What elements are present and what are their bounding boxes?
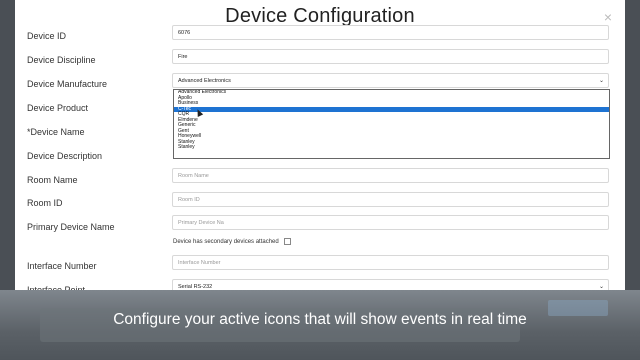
device-discipline-select[interactable]: Fire [172,49,609,64]
label-room-id: Room ID [27,198,63,208]
label-room-name: Room Name [27,175,78,185]
secondary-devices-label: Device has secondary devices attached [173,239,279,246]
chevron-down-icon: ⌄ [598,78,604,84]
label-primary-device-name: Primary Device Name [27,222,115,232]
label-device-name: *Device Name [27,127,85,137]
close-icon[interactable]: × [604,9,612,25]
manufacture-value: Advanced Electronics [178,78,231,84]
label-interface-number: Interface Number [27,261,97,271]
label-device-discipline: Device Discipline [27,55,96,65]
device-manufacture-select[interactable]: Advanced Electronics ⌄ [172,73,609,88]
room-id-input[interactable]: Room ID [172,192,609,207]
dropdown-option[interactable]: Stanley [174,144,609,151]
secondary-devices-row: Device has secondary devices attached [173,238,292,246]
secondary-devices-checkbox[interactable] [284,238,292,245]
interface-number-input[interactable]: Interface Number [172,255,609,270]
label-device-manufacture: Device Manufacture [27,79,108,89]
room-name-input[interactable]: Room Name [172,168,609,183]
label-device-product: Device Product [27,103,89,113]
video-caption: Configure your active icons that will sh… [113,311,527,328]
device-configuration-modal: Device Configuration × Device ID 6076 De… [15,0,625,300]
primary-device-name-input[interactable]: Primary Device Na [172,215,609,230]
manufacture-dropdown-list[interactable]: Advanced Electronics Apollo Business C-Tec C… [173,89,610,159]
label-device-description: Device Description [27,151,103,161]
discipline-value: Fire [178,54,188,60]
device-id-field[interactable]: 6076 [172,25,609,40]
label-device-id: Device ID [27,31,67,41]
